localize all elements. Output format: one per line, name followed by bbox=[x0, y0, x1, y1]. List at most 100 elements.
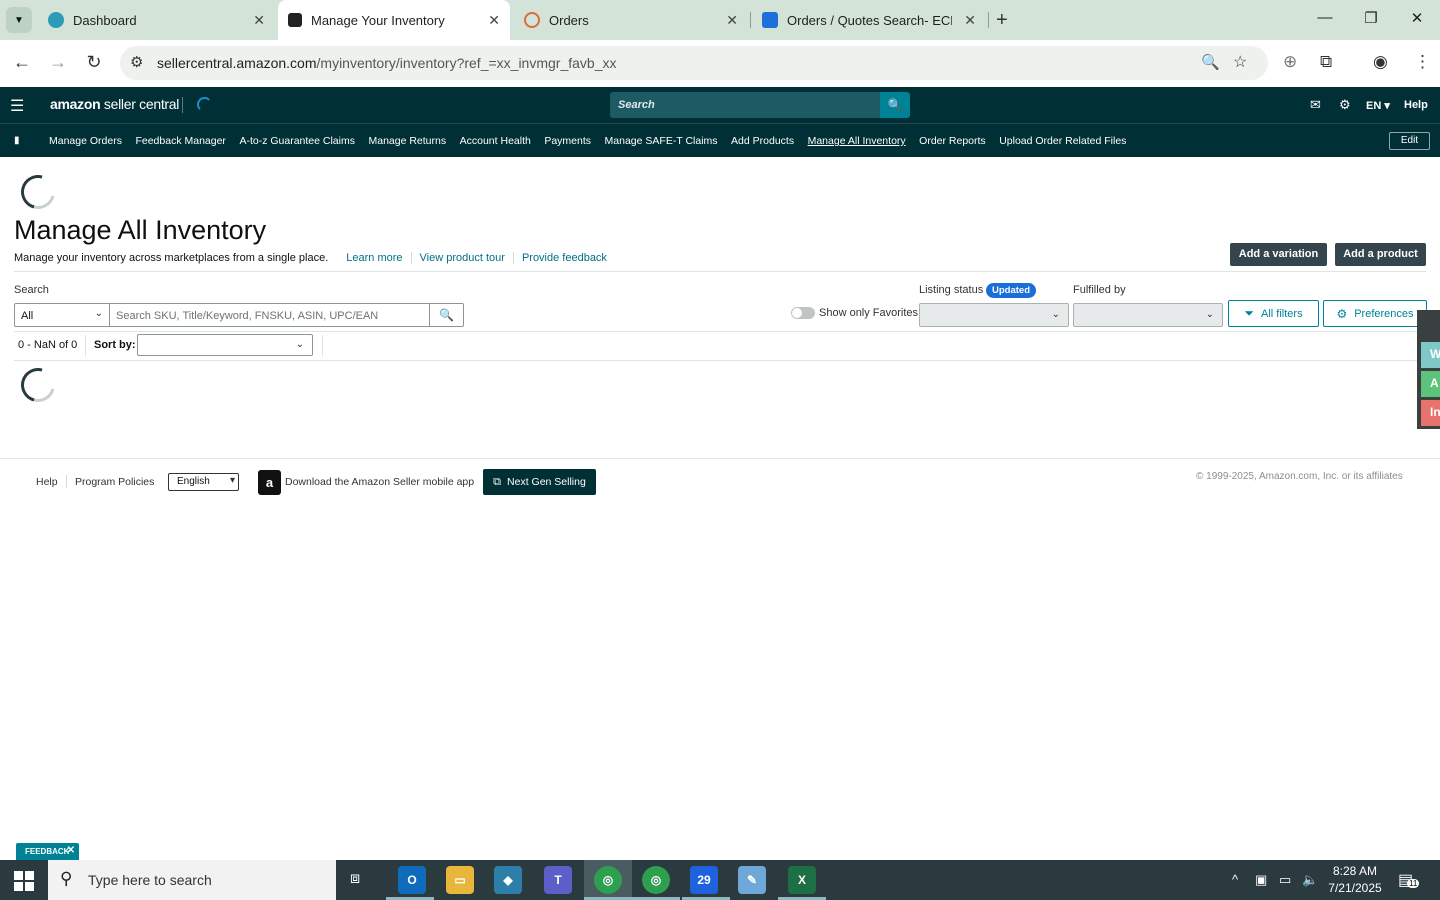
all-filters-button[interactable]: ⏷ All filters bbox=[1228, 300, 1319, 327]
extensions-puzzle-icon[interactable]: ⧉ bbox=[1320, 52, 1332, 72]
url-host: sellercentral.amazon.com bbox=[157, 55, 317, 71]
chevron-down-icon: ⌄ bbox=[94, 308, 103, 319]
url-omnibox[interactable]: ⚙ sellercentral.amazon.com/myinventory/i… bbox=[120, 46, 1268, 80]
edit-nav-button[interactable]: Edit bbox=[1389, 132, 1430, 150]
taskbar-search-box[interactable]: ⚲ Type here to search bbox=[48, 860, 336, 900]
windows-start-icon[interactable] bbox=[14, 871, 34, 891]
network-warning-icon[interactable]: ▣ bbox=[1255, 872, 1267, 888]
taskbar-clock[interactable]: 8:28 AM 7/21/2025 bbox=[1328, 863, 1382, 897]
network-icon[interactable]: ▭ bbox=[1279, 872, 1291, 888]
settings-gear-icon[interactable]: ⚙ bbox=[1339, 97, 1351, 113]
minimize-icon[interactable]: — bbox=[1315, 9, 1335, 26]
volume-icon[interactable]: 🔈 bbox=[1302, 872, 1318, 888]
show-hidden-icons-chevron-icon[interactable]: ^ bbox=[1232, 872, 1238, 887]
tab-manage-inventory[interactable]: Manage Your Inventory ✕ bbox=[278, 0, 510, 40]
fulfilled-by-label: Fulfilled by bbox=[1073, 284, 1126, 296]
side-tab-1[interactable]: W bbox=[1421, 342, 1440, 368]
preferences-button[interactable]: ⚙ Preferences bbox=[1323, 300, 1427, 327]
close-tab-icon[interactable]: ✕ bbox=[488, 12, 500, 29]
close-window-icon[interactable]: ✕ bbox=[1407, 9, 1427, 27]
search-scope-select[interactable]: All ⌄ bbox=[14, 303, 110, 327]
mail-icon[interactable]: ✉ bbox=[1310, 97, 1321, 113]
learn-more-link[interactable]: Learn more bbox=[338, 252, 410, 264]
notifications-icon[interactable]: ▤ 11 bbox=[1398, 870, 1420, 890]
next-gen-selling-button[interactable]: ⧉ Next Gen Selling bbox=[483, 469, 596, 495]
chrome-profile-icon[interactable]: ◎ bbox=[642, 866, 670, 894]
side-tab-3[interactable]: In bbox=[1421, 400, 1440, 426]
nav-feedback-manager[interactable]: Feedback Manager bbox=[135, 135, 225, 147]
footer-language-select[interactable]: English ▾ bbox=[168, 473, 239, 491]
fulfilled-by-select[interactable]: ⌄ bbox=[1073, 303, 1223, 327]
zoom-app-icon[interactable]: 29 bbox=[690, 866, 718, 894]
loading-spinner-icon bbox=[14, 168, 62, 216]
browser-tab-bar: ▼ Dashboard ✕ Manage Your Inventory ✕ Or… bbox=[0, 0, 1440, 40]
close-tab-icon[interactable]: ✕ bbox=[964, 12, 976, 29]
notepad-app-icon[interactable]: ✎ bbox=[738, 866, 766, 894]
side-tab-2[interactable]: A bbox=[1421, 371, 1440, 397]
nav-add-products[interactable]: Add Products bbox=[731, 135, 794, 147]
teams-app-icon[interactable]: T bbox=[544, 866, 572, 894]
nav-upload-order-files[interactable]: Upload Order Related Files bbox=[999, 135, 1126, 147]
listing-status-select[interactable]: ⌄ bbox=[919, 303, 1069, 327]
provide-feedback-link[interactable]: Provide feedback bbox=[512, 252, 615, 264]
zoom-magnifier-icon[interactable]: 🔍 bbox=[1201, 53, 1220, 71]
tab-ecexp[interactable]: Orders / Quotes Search- ECExp ✕ bbox=[752, 0, 986, 40]
search-label: Search bbox=[14, 284, 49, 296]
download-app-link[interactable]: Download the Amazon Seller mobile app bbox=[285, 476, 474, 488]
amazon-app-icon[interactable]: a bbox=[258, 470, 281, 495]
close-icon[interactable]: ✕ bbox=[67, 845, 75, 856]
windows-taskbar: ⚲ Type here to search ⧈ O ▭ ◆ T ◎ ◎ 29 ✎… bbox=[0, 860, 1440, 900]
inventory-search-input[interactable]: Search SKU, Title/Keyword, FNSKU, ASIN, … bbox=[110, 303, 430, 327]
inventory-search-button[interactable]: 🔍 bbox=[429, 303, 464, 327]
nav-account-health[interactable]: Account Health bbox=[460, 135, 531, 147]
nav-payments[interactable]: Payments bbox=[544, 135, 591, 147]
view-product-tour-link[interactable]: View product tour bbox=[410, 252, 513, 264]
seller-central-logo[interactable]: amazon seller central bbox=[50, 96, 179, 112]
app-diamond-icon[interactable]: ◆ bbox=[494, 866, 522, 894]
bookmark-icon[interactable]: ▮ bbox=[14, 135, 20, 146]
excel-app-icon[interactable]: X bbox=[788, 866, 816, 894]
favorites-toggle[interactable] bbox=[791, 307, 815, 319]
footer-help-link[interactable]: Help bbox=[36, 476, 58, 488]
tab-dashboard[interactable]: Dashboard ✕ bbox=[40, 0, 275, 40]
tab-orders[interactable]: Orders ✕ bbox=[514, 0, 748, 40]
divider bbox=[322, 335, 323, 357]
file-explorer-icon[interactable]: ▭ bbox=[446, 866, 474, 894]
nav-manage-orders[interactable]: Manage Orders bbox=[49, 135, 122, 147]
profile-avatar-icon[interactable]: ◉ bbox=[1373, 52, 1388, 72]
site-settings-icon[interactable]: ⚙ bbox=[130, 53, 143, 71]
maximize-icon[interactable]: ❐ bbox=[1361, 9, 1381, 27]
page-title: Manage All Inventory bbox=[14, 215, 267, 245]
nav-safet-claims[interactable]: Manage SAFE-T Claims bbox=[605, 135, 718, 147]
nav-order-reports[interactable]: Order Reports bbox=[919, 135, 986, 147]
tab-search-chevron-icon[interactable]: ▼ bbox=[6, 7, 32, 33]
help-link[interactable]: Help bbox=[1404, 99, 1428, 111]
back-arrow-icon[interactable]: ← bbox=[12, 52, 32, 73]
reload-icon[interactable]: ↻ bbox=[84, 52, 104, 73]
new-tab-icon[interactable]: + bbox=[996, 9, 1008, 32]
browser-menu-icon[interactable]: ⋮ bbox=[1414, 52, 1431, 72]
chevron-down-icon: ⌄ bbox=[1051, 309, 1060, 320]
nav-atoz-claims[interactable]: A-to-z Guarantee Claims bbox=[239, 135, 355, 147]
add-variation-button[interactable]: Add a variation bbox=[1230, 243, 1327, 266]
forward-arrow-icon[interactable]: → bbox=[48, 52, 68, 73]
nav-manage-returns[interactable]: Manage Returns bbox=[368, 135, 446, 147]
translate-globe-icon[interactable]: ⊕ bbox=[1283, 52, 1297, 72]
language-selector[interactable]: EN ▾ bbox=[1366, 99, 1390, 112]
close-tab-icon[interactable]: ✕ bbox=[726, 12, 738, 29]
header-search-button[interactable]: 🔍 bbox=[880, 92, 910, 118]
header-search-input[interactable]: Search bbox=[610, 92, 880, 118]
chrome-app-icon[interactable]: ◎ bbox=[594, 866, 622, 894]
add-product-button[interactable]: Add a product bbox=[1335, 243, 1426, 266]
bookmark-star-icon[interactable]: ☆ bbox=[1233, 52, 1247, 72]
task-view-icon[interactable]: ⧈ bbox=[350, 870, 360, 888]
sort-by-select[interactable]: ⌄ bbox=[137, 334, 313, 356]
outlook-app-icon[interactable]: O bbox=[398, 866, 426, 894]
tab-title: Orders / Quotes Search- ECExp bbox=[787, 12, 952, 28]
hamburger-menu-icon[interactable]: ☰ bbox=[10, 96, 24, 116]
nav-manage-all-inventory[interactable]: Manage All Inventory bbox=[808, 135, 906, 147]
feedback-tab[interactable]: FEEDBACK ✕ bbox=[16, 843, 79, 860]
program-policies-link[interactable]: Program Policies bbox=[75, 476, 154, 488]
close-tab-icon[interactable]: ✕ bbox=[253, 12, 265, 29]
preferences-label: Preferences bbox=[1354, 307, 1414, 320]
